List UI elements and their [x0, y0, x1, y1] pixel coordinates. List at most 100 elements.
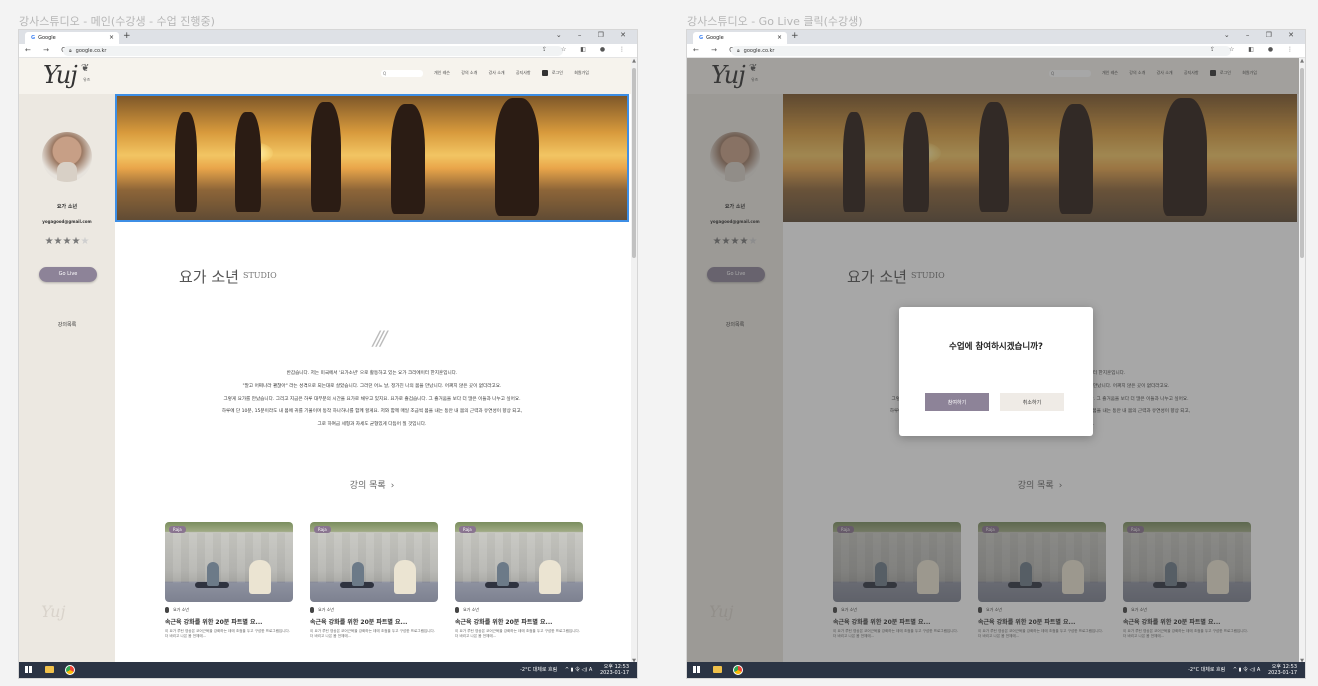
tab-google[interactable]: G Google ×	[693, 32, 787, 44]
rating-stars: ★★★★★	[19, 236, 115, 247]
artboard-title: 강사스튜디오 - Go Live 클릭(수강생)	[687, 15, 863, 28]
browser-toolbar-icons[interactable]: ⇪ ☆ ◧ ● ⋮	[1210, 46, 1299, 53]
close-tab-icon[interactable]: ×	[777, 32, 782, 44]
avatar	[42, 132, 92, 182]
scrollbar-thumb[interactable]	[632, 68, 636, 258]
course-badge: Raja	[314, 526, 331, 533]
windows-taskbar: -2°C 대체로 흐림 ^ ▮ 令 ◁) A 오후 12:53 2023-01-1…	[19, 662, 637, 678]
address-bar-row: ← → C 🔒︎ google.co.kr ⇪ ☆ ◧ ● ⋮	[19, 44, 637, 58]
lock-icon: 🔒︎	[737, 48, 740, 54]
dialog-question: 수업에 참여하시겠습니까?	[949, 342, 1043, 352]
mic-icon	[165, 607, 169, 613]
nav-private-lesson[interactable]: 개인 레슨	[434, 70, 450, 75]
nav-notice[interactable]: 공지사항	[516, 70, 531, 75]
profile-email: yogagood@gmail.com	[42, 219, 92, 224]
join-class-dialog: 수업에 참여하시겠습니까? 참여하기 취소하기	[899, 307, 1093, 436]
chrome-icon[interactable]	[733, 665, 743, 675]
course-card[interactable]: Raja 요가 소년 속근육 강화를 위한 20분 파트별 요... 이 요가 …	[455, 522, 583, 639]
course-badge: Raja	[459, 526, 476, 533]
url-text: google.co.kr	[743, 48, 775, 54]
decorative-slashes: ///	[373, 326, 387, 350]
nav-course-intro[interactable]: 강의 소개	[461, 70, 477, 75]
window-controls[interactable]: ⌄ – ❐ ✕	[1224, 31, 1301, 39]
chrome-icon[interactable]	[65, 665, 75, 675]
course-card[interactable]: Raja 요가 소년 속근육 강화를 위한 20분 파트별 요... 이 요가 …	[165, 522, 293, 639]
new-tab-button[interactable]: +	[791, 31, 799, 41]
yoga-figure	[495, 98, 539, 216]
browser-window: G Google × + ⌄ – ❐ ✕ ← → C 🔒︎ google.co.kr…	[18, 29, 638, 679]
course-teacher: 요가 소년	[310, 607, 438, 613]
star-off-icon: ★	[80, 236, 90, 247]
url-field[interactable]: 🔒︎ google.co.kr	[63, 46, 563, 56]
windows-start-icon[interactable]	[25, 666, 32, 673]
bio-line: 하루에 단 10분, 15분이라도 내 몸에 귀를 기울이며 동작 하나하나를 …	[221, 409, 523, 415]
new-tab-button[interactable]: +	[123, 31, 131, 41]
browser-window: G Google × + ⌄ – ❐ ✕ ← → C 🔒︎ google.co.kr…	[686, 29, 1306, 679]
url-text: google.co.kr	[75, 48, 107, 54]
tab-title: Google	[38, 35, 56, 41]
lock-icon: 🔒︎	[69, 48, 72, 54]
bio-line: 그로 하여금 세형과 자세도 균형있게 다듬어 질 것입니다.	[317, 422, 427, 428]
window-controls[interactable]: ⌄ – ❐ ✕	[556, 31, 633, 39]
bio-line: "말고 어쩌나라 괜찮아" 라는 성격으로 되는대로 살았습니다. 그러던 어느…	[242, 383, 502, 389]
hero-banner-image[interactable]	[115, 94, 629, 222]
studio-title: 요가 소년 STUDIO	[179, 268, 277, 286]
course-list-heading[interactable]: 강의 목록 ›	[115, 478, 629, 491]
clock[interactable]: 오후 12:53 2023-01-17	[1268, 664, 1297, 676]
user-icon	[541, 70, 548, 76]
artboard-main: 강사스튜디오 - 메인(수강생 - 수업 진행중) G Google × + ⌄ …	[18, 0, 638, 686]
join-button[interactable]: 참여하기	[925, 393, 989, 411]
close-tab-icon[interactable]: ×	[109, 32, 114, 44]
tray-icons[interactable]: ^ ▮ 令 ◁) A	[1233, 667, 1261, 673]
tree-icon: ❦	[81, 63, 90, 74]
url-field[interactable]: 🔒︎ google.co.kr	[731, 46, 1231, 56]
profile-sidebar: 요가 소년 yogagood@gmail.com ★★★★★ Go Live 강…	[19, 94, 115, 664]
cancel-button[interactable]: 취소하기	[1000, 393, 1064, 411]
course-thumbnail: Raja	[455, 522, 583, 602]
scroll-up-icon[interactable]: ▲	[1299, 58, 1305, 64]
tab-title: Google	[706, 35, 724, 41]
course-description: 이 요가 루틴 영상은 코어근육을 강화하는 데에 초점을 두고 구성한 프로그…	[455, 629, 580, 638]
file-explorer-icon[interactable]	[713, 666, 722, 673]
search-input[interactable]: Q	[381, 70, 423, 77]
course-title: 속근육 강화를 위한 20분 파트별 요...	[455, 619, 553, 626]
profile-name: 요가 소년	[56, 204, 78, 210]
weather-widget[interactable]: -2°C 대체로 흐림	[520, 667, 557, 673]
scrollbar-thumb[interactable]	[1300, 68, 1304, 258]
tab-bar: G Google × + ⌄ – ❐ ✕	[19, 30, 637, 44]
course-badge: Raja	[169, 526, 186, 533]
chevron-right-icon: ›	[390, 481, 395, 491]
file-explorer-icon[interactable]	[45, 666, 54, 673]
go-live-button[interactable]: Go Live	[39, 267, 97, 282]
bio-line: 그렇게 요가를 만났습니다. 그리고 지금은 하루 대부분의 시간을 요가로 채…	[223, 396, 521, 402]
mic-icon	[455, 607, 459, 613]
clock[interactable]: 오후 12:53 2023-01-17	[600, 664, 629, 676]
main-nav: 개인 레슨 강의 소개 강사 소개 공지사항 로그인 회원가입	[434, 70, 599, 76]
scroll-up-icon[interactable]: ▲	[631, 58, 637, 64]
weather-widget[interactable]: -2°C 대체로 흐림	[1188, 667, 1225, 673]
google-icon: G	[31, 35, 36, 41]
browser-toolbar-icons[interactable]: ⇪ ☆ ◧ ● ⋮	[542, 46, 631, 53]
page-scrollbar[interactable]: ▲ ▼	[631, 58, 637, 664]
sidebar-course-list-link[interactable]: 강의목록	[19, 321, 115, 328]
tab-google[interactable]: G Google ×	[25, 32, 119, 44]
artboard-go-live-modal: 강사스튜디오 - Go Live 클릭(수강생) G Google × + ⌄ –…	[686, 0, 1306, 686]
yoga-figure	[311, 102, 341, 212]
yoga-figure	[391, 104, 425, 214]
nav-signup[interactable]: 회원가입	[574, 70, 589, 75]
nav-login[interactable]: 로그인	[541, 70, 563, 76]
windows-taskbar: -2°C 대체로 흐림 ^ ▮ 令 ◁) A 오후 12:53 2023-01-1…	[687, 662, 1305, 678]
system-tray: -2°C 대체로 흐림 ^ ▮ 令 ◁) A 오후 12:53 2023-01-1…	[1188, 664, 1297, 676]
nav-teacher-intro[interactable]: 강사 소개	[489, 70, 505, 75]
tray-icons[interactable]: ^ ▮ 令 ◁) A	[565, 667, 593, 673]
bio-line: 반갑습니다. 저는 미국에서 '요가소년' 으로 활동하고 있는 요가 크리에이…	[286, 371, 458, 376]
studio-subtitle: STUDIO	[242, 271, 277, 280]
course-title: 속근육 강화를 위한 20분 파트별 요...	[165, 619, 263, 626]
course-card[interactable]: Raja 요가 소년 속근육 강화를 위한 20분 파트별 요... 이 요가 …	[310, 522, 438, 639]
windows-start-icon[interactable]	[693, 666, 700, 673]
site-logo[interactable]: Yuj	[43, 61, 78, 89]
logo-subtitle: 유즈	[83, 77, 91, 82]
page-scrollbar[interactable]: ▲ ▼	[1299, 58, 1305, 664]
address-bar-row: ← → C 🔒︎ google.co.kr ⇪ ☆ ◧ ● ⋮	[687, 44, 1305, 58]
teacher-bio: 반갑습니다. 저는 미국에서 '요가소년' 으로 활동하고 있는 요가 크리에이…	[145, 368, 599, 432]
